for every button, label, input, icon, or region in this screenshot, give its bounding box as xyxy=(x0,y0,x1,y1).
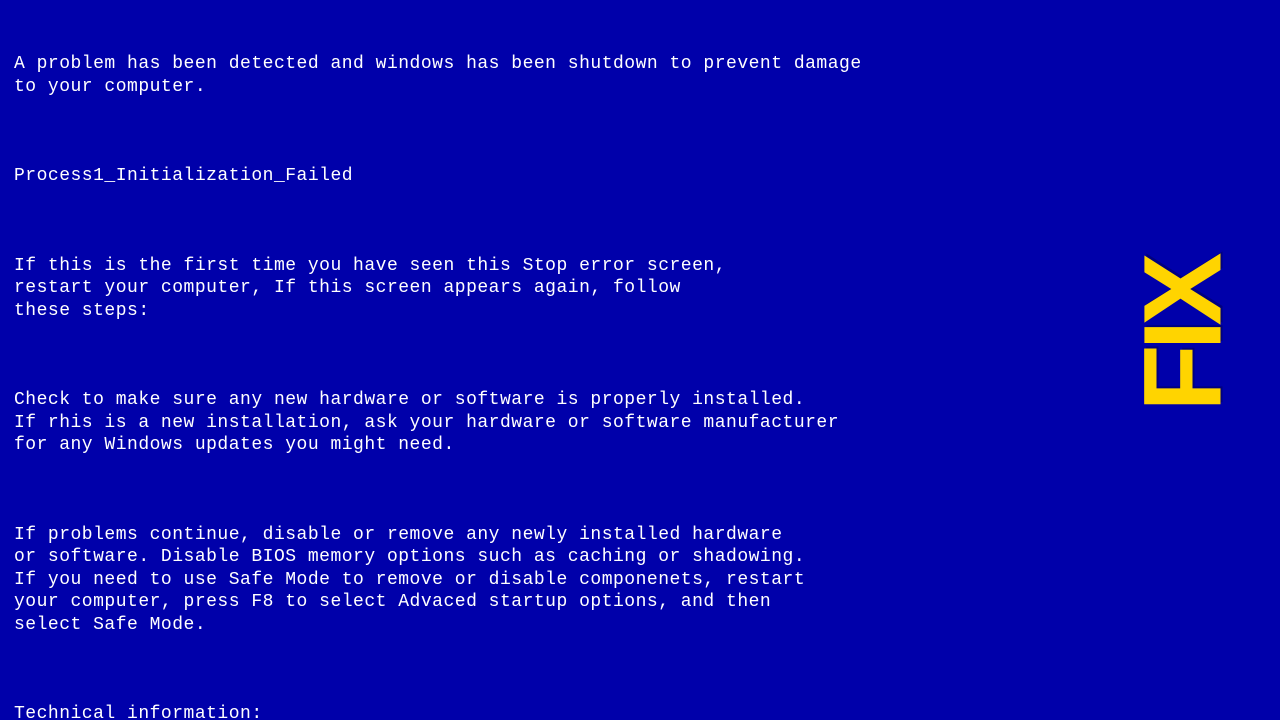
bsod-check-hardware-text: Check to make sure any new hardware or s… xyxy=(14,389,1266,457)
bsod-screen: A problem has been detected and windows … xyxy=(0,0,1280,720)
bsod-technical-header: Technical information: xyxy=(14,703,1266,720)
bsod-safe-mode-text: If problems continue, disable or remove … xyxy=(14,524,1266,637)
bsod-error-name: Process1_Initialization_Failed xyxy=(14,165,1266,188)
fix-overlay-label: FIX xyxy=(1128,258,1238,411)
bsod-first-time-text: If this is the first time you have seen … xyxy=(14,255,1266,323)
bsod-intro-text: A problem has been detected and windows … xyxy=(14,53,1266,98)
